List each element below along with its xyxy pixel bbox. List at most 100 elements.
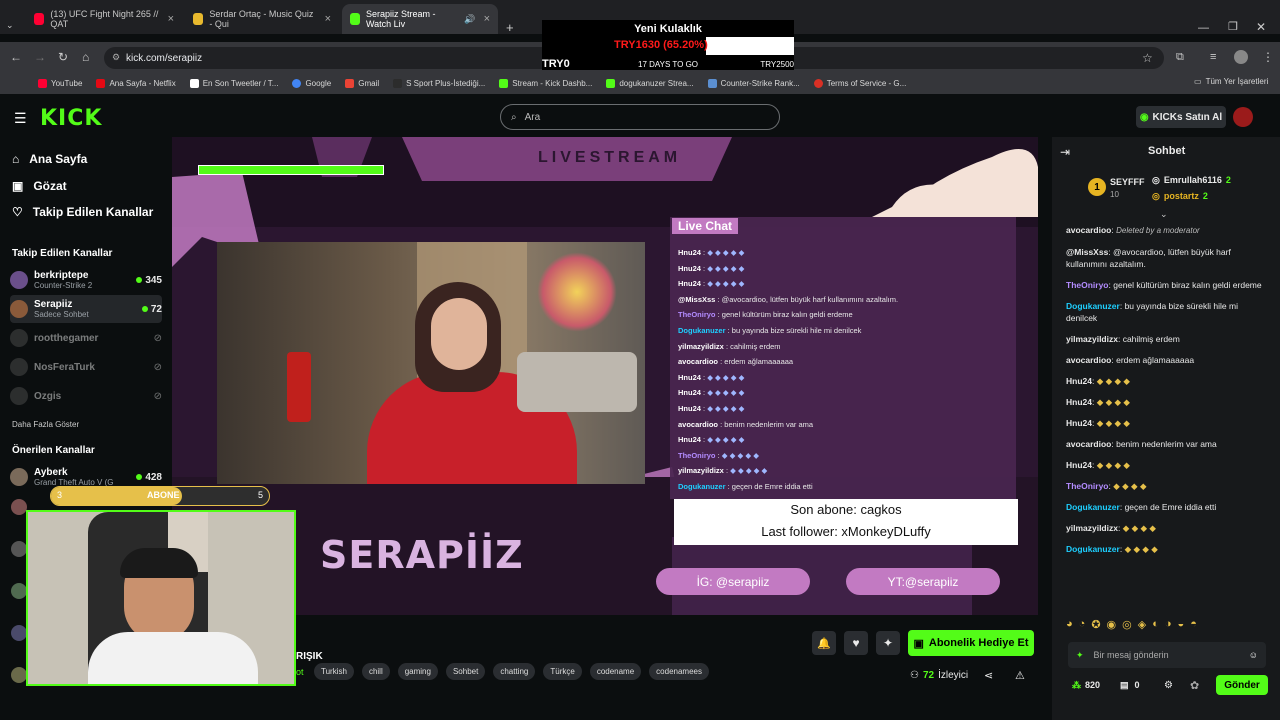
notification-bell-icon[interactable]: 🔔 <box>812 631 836 655</box>
tag-chip[interactable]: chatting <box>493 663 536 680</box>
bookmark-dogukanuzer[interactable]: dogukanuzer Strea... <box>606 78 694 88</box>
nav-following[interactable]: ♡ Takip Edilen Kanallar <box>12 205 153 219</box>
site-info-icon[interactable]: ⚙ <box>112 52 120 63</box>
sparkle-icon[interactable]: ✦ <box>876 631 900 655</box>
new-tab-button[interactable]: + <box>506 20 514 35</box>
channel-points[interactable]: ⁂ 820 <box>1072 680 1100 691</box>
sidebar-channel-ozgis[interactable]: Ozgis ⊘ <box>10 382 162 410</box>
tag-chip[interactable]: codename <box>589 663 642 680</box>
bookmark-terms[interactable]: Terms of Service - G... <box>813 78 906 88</box>
video-player[interactable]: LIVESTREAM Live Chat Hnu24 : ◆ ◆ ◆ ◆ ◆ Hn… <box>172 137 1038 615</box>
collapse-chat-icon[interactable]: ⇥ <box>1060 145 1070 159</box>
emote[interactable]: ◉ <box>1107 618 1117 631</box>
bookmark-netflix[interactable]: Ana Sayfa - Netflix <box>96 78 176 88</box>
extensions-icon[interactable]: ⧉ <box>1176 51 1184 64</box>
tag-chip[interactable]: Turkish <box>314 663 354 680</box>
chat-username[interactable]: Hnu24 <box>1066 418 1092 428</box>
chat-username[interactable]: TheOniryo <box>1066 481 1109 491</box>
media-icon[interactable]: ≡ <box>1210 51 1216 63</box>
chat-username[interactable]: Dogukanuzer <box>1066 502 1120 512</box>
chat-username[interactable]: avocardioo <box>1066 225 1111 235</box>
chat-username[interactable]: @MissXss <box>1066 247 1108 257</box>
close-icon[interactable]: × <box>325 13 331 25</box>
sidebar-channel-rootthegamer[interactable]: rootthegamer ⊘ <box>10 324 162 352</box>
bookmark-google[interactable]: Google <box>292 78 331 88</box>
emote[interactable]: ◈ <box>1138 618 1146 631</box>
avatar[interactable] <box>11 541 27 557</box>
audio-icon[interactable]: 🔊 <box>464 14 475 25</box>
back-icon[interactable]: ← <box>10 50 22 64</box>
tag-chip[interactable]: Sohbet <box>445 663 486 680</box>
tag-chip[interactable]: codenamees <box>649 663 709 680</box>
gift-kicks-icon[interactable]: ✿ <box>1190 679 1199 692</box>
emote[interactable]: ◔ <box>1079 618 1086 631</box>
close-icon[interactable]: × <box>168 13 174 25</box>
bookmark-star-icon[interactable]: ☆ <box>1142 51 1153 65</box>
chat-input[interactable]: ✦ Bir mesaj gönderin ☺ <box>1068 642 1266 668</box>
avatar[interactable] <box>11 499 27 515</box>
close-icon[interactable]: × <box>484 13 490 25</box>
emote[interactable]: ◓ <box>1190 618 1197 631</box>
sidebar-channel-nosferaturk[interactable]: NosFeraTurk ⊘ <box>10 353 162 381</box>
maximize-button[interactable]: ❐ <box>1228 20 1238 33</box>
share-icon[interactable]: ⋖ <box>984 669 993 682</box>
emoji-icon[interactable]: ☺ <box>1249 650 1258 660</box>
minimize-button[interactable]: — <box>1198 22 1209 34</box>
show-more-link[interactable]: Daha Fazla Göster <box>12 420 79 429</box>
tab-ufc[interactable]: (13) UFC Fight Night 265 // QAT × <box>26 4 182 34</box>
close-window-button[interactable]: ✕ <box>1256 20 1266 34</box>
settings-gear-icon[interactable]: ⚙ <box>1164 680 1173 691</box>
profile-avatar[interactable] <box>1234 50 1248 64</box>
search-input[interactable]: ⌕ Ara <box>500 104 780 130</box>
chat-username[interactable]: Hnu24 <box>1066 376 1092 386</box>
chat-username[interactable]: Dogukanuzer <box>1066 544 1120 554</box>
tag-chip[interactable]: gaming <box>397 663 438 680</box>
tab-quiz[interactable]: Serdar Ortaç - Music Quiz - Qui × <box>185 4 339 34</box>
chat-username[interactable]: Hnu24 <box>1066 460 1092 470</box>
user-avatar[interactable] <box>1233 107 1253 127</box>
buy-kicks-button[interactable]: ◉ KICKs Satın Al <box>1136 106 1226 128</box>
emote[interactable]: ✪ <box>1091 618 1100 631</box>
top-gifter-name[interactable]: SEYFFF <box>1110 177 1145 187</box>
home-icon[interactable]: ⌂ <box>82 50 89 64</box>
chat-username[interactable]: yilmazyildizx <box>1066 523 1118 533</box>
leader-1[interactable]: ◎ Emrullah6116 2 <box>1152 175 1231 186</box>
emote[interactable]: ◐ <box>1152 618 1159 631</box>
emote[interactable]: ◒ <box>1178 618 1185 631</box>
hamburger-menu-icon[interactable]: ☰ <box>14 110 27 127</box>
chat-username[interactable]: Hnu24 <box>1066 397 1092 407</box>
sidebar-channel-berkriptepe[interactable]: berkriptepe Counter-Strike 2 345 <box>10 266 162 294</box>
bookmark-cs-rank[interactable]: Counter-Strike Rank... <box>707 78 800 88</box>
nav-home[interactable]: ⌂ Ana Sayfa <box>12 152 87 166</box>
follow-heart-icon[interactable]: ♥ <box>844 631 868 655</box>
drops-counter[interactable]: ▤ 0 <box>1120 680 1140 691</box>
gift-sub-button[interactable]: ▣ Abonelik Hediye Et <box>908 630 1034 656</box>
forward-icon[interactable]: → <box>34 50 46 64</box>
reload-icon[interactable]: ↻ <box>58 50 68 64</box>
nav-browse[interactable]: ▣ Gözat <box>12 179 67 193</box>
chat-username[interactable]: TheOniryo <box>1066 280 1109 290</box>
bookmark-ssport[interactable]: S Sport Plus-İstediği... <box>393 78 485 88</box>
bookmark-twitter[interactable]: En Son Tweetler / T... <box>189 78 278 88</box>
bookmark-kick-dashboard[interactable]: Stream - Kick Dashb... <box>499 78 592 88</box>
kick-logo[interactable]: KICK <box>40 106 102 131</box>
chat-username[interactable]: avocardioo <box>1066 355 1111 365</box>
expand-leaderboard-icon[interactable]: ⌄ <box>1160 209 1168 220</box>
bookmark-youtube[interactable]: YouTube <box>38 78 82 88</box>
emote[interactable]: ◎ <box>1122 618 1132 631</box>
bookmark-gmail[interactable]: Gmail <box>345 78 379 88</box>
chat-username[interactable]: yilmazyildizx <box>1066 334 1118 344</box>
chat-username[interactable]: Dogukanuzer <box>1066 301 1120 311</box>
tab-kick[interactable]: Serapiiz Stream - Watch Liv 🔊 × <box>342 4 498 34</box>
chat-username[interactable]: avocardioo <box>1066 439 1111 449</box>
emote[interactable]: ◕ <box>1066 618 1073 631</box>
all-bookmarks[interactable]: ▭ Tüm Yer İşaretleri <box>1194 77 1268 86</box>
avatar[interactable] <box>11 667 27 683</box>
sidebar-channel-serapiiz[interactable]: Serapiiz Sadece Sohbet 72 <box>10 295 162 323</box>
emote[interactable]: ◑ <box>1165 618 1172 631</box>
avatar[interactable] <box>11 625 27 641</box>
tag-chip[interactable]: chill <box>361 663 390 680</box>
category-link[interactable]: ot <box>296 667 304 677</box>
leader-2[interactable]: ◎ postartz 2 <box>1152 191 1208 202</box>
menu-icon[interactable]: ⋮ <box>1262 50 1274 64</box>
